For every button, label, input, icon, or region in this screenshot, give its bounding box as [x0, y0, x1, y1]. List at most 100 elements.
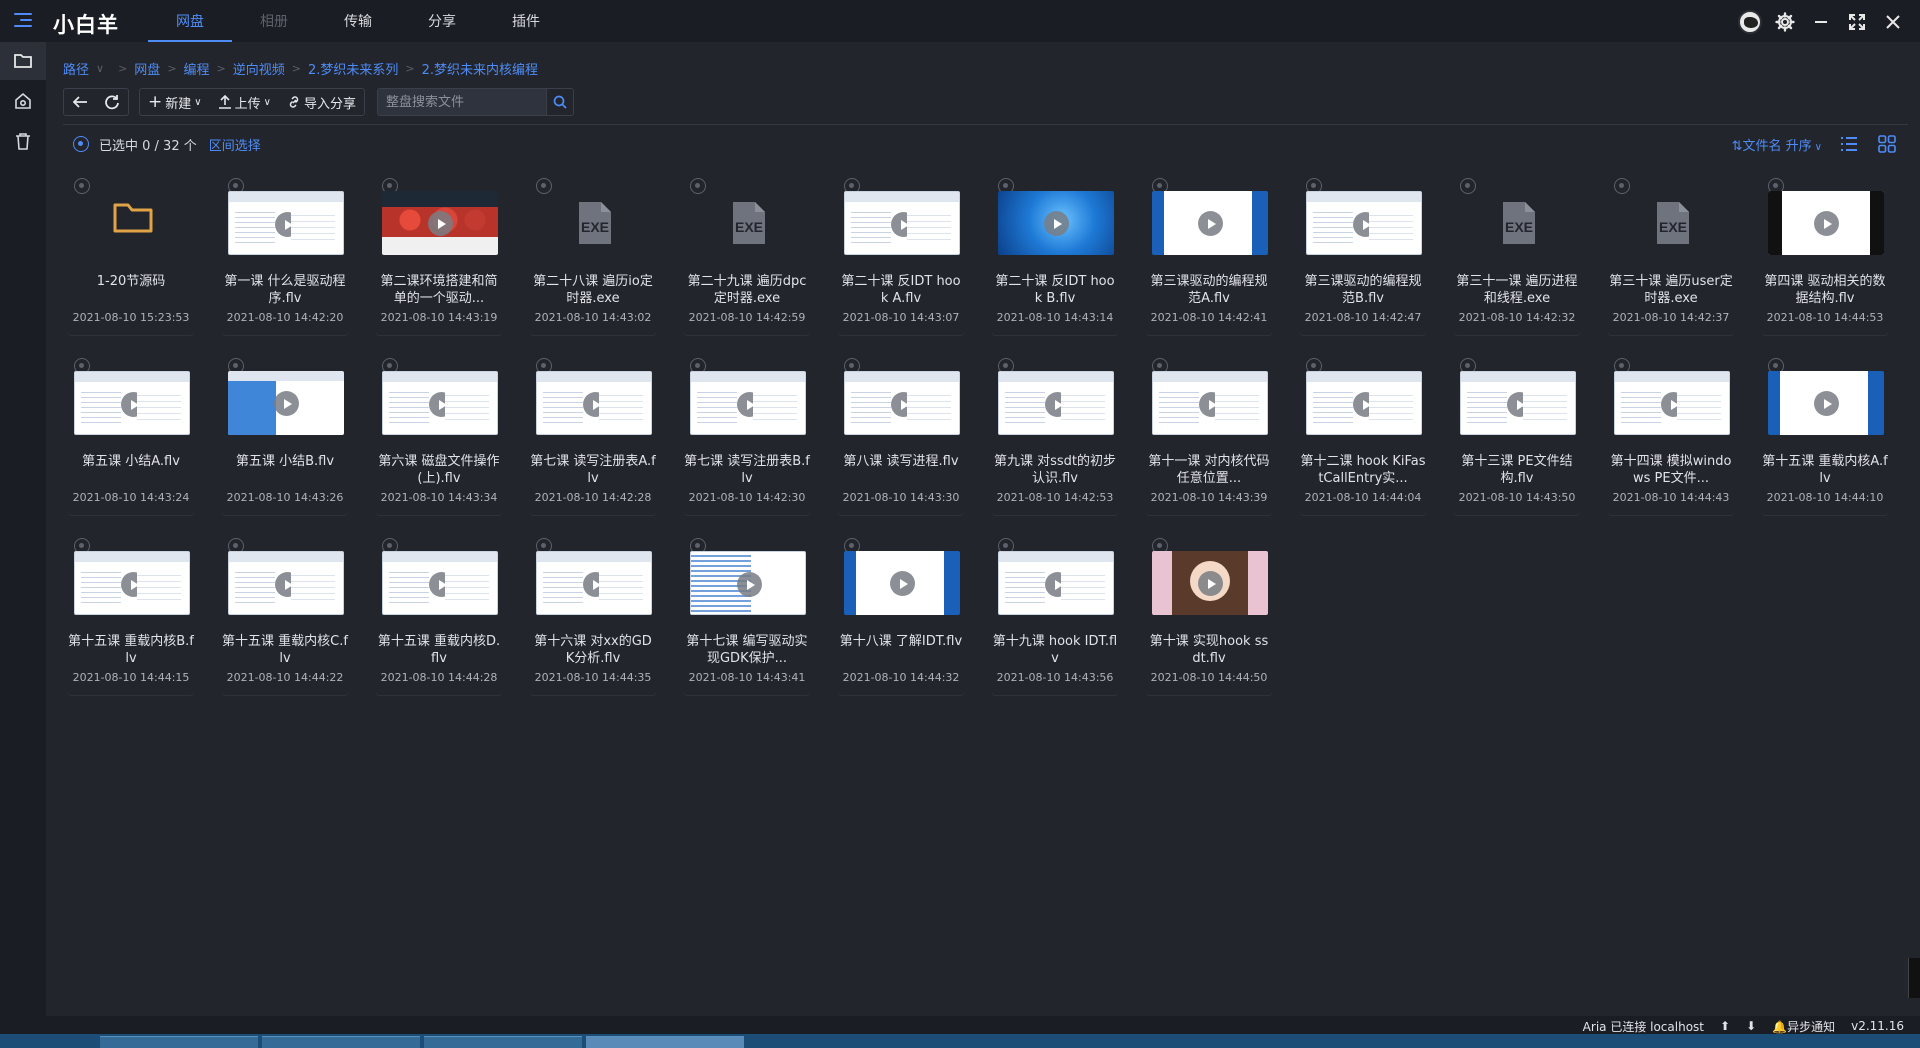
play-icon[interactable]	[274, 391, 299, 416]
file-card[interactable]: 第十二课 hook KiFastCallEntry实... 2021-08-10…	[1300, 352, 1426, 515]
menu-toggle-icon[interactable]	[12, 10, 36, 32]
file-card[interactable]: 第十九课 hook IDT.flv 2021-08-10 14:43:56	[992, 532, 1118, 695]
play-icon[interactable]	[737, 392, 762, 417]
file-card[interactable]: 第十六课 对xx的GDK分析.flv 2021-08-10 14:44:35	[530, 532, 656, 695]
minimize-icon[interactable]	[1808, 9, 1834, 35]
play-icon[interactable]	[1353, 392, 1378, 417]
file-card[interactable]: 1-20节源码 2021-08-10 15:23:53	[68, 172, 194, 335]
play-icon[interactable]	[1814, 211, 1839, 236]
sort-dropdown[interactable]: ⇅文件名 升序 ∨	[1732, 135, 1822, 154]
file-card[interactable]: EXE 第三十一课 遍历进程和线程.exe 2021-08-10 14:42:3…	[1454, 172, 1580, 335]
play-icon[interactable]	[891, 212, 916, 237]
play-icon[interactable]	[121, 572, 146, 597]
file-card[interactable]: 第二十课 反IDT hook A.flv 2021-08-10 14:43:07	[838, 172, 964, 335]
close-icon[interactable]	[1880, 9, 1906, 35]
play-icon[interactable]	[1044, 211, 1069, 236]
file-card[interactable]: 第三课驱动的编程规范A.flv 2021-08-10 14:42:41	[1146, 172, 1272, 335]
file-card[interactable]: 第三课驱动的编程规范B.flv 2021-08-10 14:42:47	[1300, 172, 1426, 335]
scrollbar-thumb[interactable]	[1908, 958, 1920, 998]
rail-item-drive[interactable]	[0, 42, 46, 80]
file-card[interactable]: 第八课 读写进程.flv 2021-08-10 14:43:30	[838, 352, 964, 515]
taskbar-item[interactable]	[586, 1036, 744, 1048]
play-icon[interactable]	[891, 392, 916, 417]
search-icon[interactable]	[545, 89, 573, 115]
play-icon[interactable]	[429, 572, 454, 597]
range-select-link[interactable]: 区间选择	[209, 135, 261, 154]
async-notify[interactable]: 🔔异步通知	[1772, 1018, 1835, 1035]
file-card[interactable]: EXE 第二十八课 遍历io定时器.exe 2021-08-10 14:43:0…	[530, 172, 656, 335]
file-card[interactable]: 第十八课 了解IDT.flv 2021-08-10 14:44:32	[838, 532, 964, 695]
file-card[interactable]: 第十七课 编写驱动实现GDK保护... 2021-08-10 14:43:41	[684, 532, 810, 695]
breadcrumb-item[interactable]: 逆向视频	[233, 59, 285, 78]
chevron-down-icon[interactable]: ∨	[96, 62, 104, 75]
download-arrow-icon[interactable]: ⬇	[1746, 1019, 1756, 1033]
play-icon[interactable]	[428, 211, 453, 236]
breadcrumb-item-current[interactable]: 2.梦织未来内核编程	[422, 59, 538, 78]
taskbar-item[interactable]	[424, 1036, 582, 1048]
file-card[interactable]: 第十五课 重载内核B.flv 2021-08-10 14:44:15	[68, 532, 194, 695]
settings-gear-icon[interactable]	[1772, 9, 1798, 35]
search-input[interactable]	[377, 89, 546, 115]
file-card[interactable]: 第七课 读写注册表B.flv 2021-08-10 14:42:30	[684, 352, 810, 515]
file-card[interactable]: 第二十课 反IDT hook B.flv 2021-08-10 14:43:14	[992, 172, 1118, 335]
grid-view-icon[interactable]	[1876, 133, 1898, 155]
tab-transfer[interactable]: 传输	[316, 0, 400, 42]
taskbar-item[interactable]	[100, 1036, 258, 1048]
maximize-icon[interactable]	[1844, 9, 1870, 35]
file-card[interactable]: 第十五课 重载内核C.flv 2021-08-10 14:44:22	[222, 532, 348, 695]
tab-plugins[interactable]: 插件	[484, 0, 568, 42]
play-icon[interactable]	[737, 572, 762, 597]
play-icon[interactable]	[121, 392, 146, 417]
play-icon[interactable]	[890, 571, 915, 596]
file-card[interactable]: 第五课 小结B.flv 2021-08-10 14:43:26	[222, 352, 348, 515]
play-icon[interactable]	[583, 392, 608, 417]
play-icon[interactable]	[1198, 211, 1223, 236]
play-icon[interactable]	[275, 572, 300, 597]
tab-drive[interactable]: 网盘	[148, 0, 232, 42]
file-card[interactable]: 第十五课 重载内核A.flv 2021-08-10 14:44:10	[1762, 352, 1888, 515]
breadcrumb-item[interactable]: 编程	[184, 59, 210, 78]
select-all-radio[interactable]	[73, 136, 89, 152]
file-card[interactable]: EXE 第二十九课 遍历dpc定时器.exe 2021-08-10 14:42:…	[684, 172, 810, 335]
upload-arrow-icon[interactable]: ⬆	[1720, 1019, 1730, 1033]
play-icon[interactable]	[583, 572, 608, 597]
file-card[interactable]: 第七课 读写注册表A.flv 2021-08-10 14:42:28	[530, 352, 656, 515]
avatar[interactable]	[1738, 10, 1762, 34]
play-icon[interactable]	[1353, 212, 1378, 237]
rail-item-trash[interactable]	[0, 122, 46, 160]
upload-button[interactable]: 上传 ∨	[210, 89, 279, 115]
play-icon[interactable]	[1045, 392, 1070, 417]
file-card[interactable]: 第十四课 模拟windows PE文件... 2021-08-10 14:44:…	[1608, 352, 1734, 515]
play-icon[interactable]	[1198, 571, 1223, 596]
new-button[interactable]: + 新建 ∨	[140, 89, 210, 115]
tab-album[interactable]: 相册	[232, 0, 316, 42]
play-icon[interactable]	[429, 392, 454, 417]
breadcrumb-item[interactable]: 网盘	[134, 59, 160, 78]
file-card[interactable]: 第四课 驱动相关的数据结构.flv 2021-08-10 14:44:53	[1762, 172, 1888, 335]
play-icon[interactable]	[275, 212, 300, 237]
file-card[interactable]: 第九课 对ssdt的初步认识.flv 2021-08-10 14:42:53	[992, 352, 1118, 515]
file-card[interactable]: 第十一课 对内核代码任意位置... 2021-08-10 14:43:39	[1146, 352, 1272, 515]
file-card[interactable]: 第十三课 PE文件结构.flv 2021-08-10 14:43:50	[1454, 352, 1580, 515]
file-card[interactable]: 第十课 实现hook ssdt.flv 2021-08-10 14:44:50	[1146, 532, 1272, 695]
breadcrumb-item[interactable]: 2.梦织未来系列	[308, 59, 398, 78]
file-card[interactable]: 第二课环境搭建和简单的一个驱动... 2021-08-10 14:43:19	[376, 172, 502, 335]
tab-share[interactable]: 分享	[400, 0, 484, 42]
rail-item-safe-box[interactable]	[0, 82, 46, 120]
play-icon[interactable]	[1661, 392, 1686, 417]
back-arrow-icon[interactable]	[64, 89, 96, 115]
play-icon[interactable]	[1814, 391, 1839, 416]
refresh-icon[interactable]	[96, 89, 128, 115]
file-card[interactable]: 第十五课 重载内核D.flv 2021-08-10 14:44:28	[376, 532, 502, 695]
file-card[interactable]: 第五课 小结A.flv 2021-08-10 14:43:24	[68, 352, 194, 515]
list-view-icon[interactable]	[1838, 133, 1860, 155]
file-card[interactable]: EXE 第三十课 遍历user定时器.exe 2021-08-10 14:42:…	[1608, 172, 1734, 335]
taskbar-item[interactable]	[262, 1036, 420, 1048]
breadcrumb-root[interactable]: 路径	[63, 59, 89, 78]
import-share-button[interactable]: 导入分享	[279, 89, 364, 115]
play-icon[interactable]	[1507, 392, 1532, 417]
play-icon[interactable]	[1199, 392, 1224, 417]
play-icon[interactable]	[1045, 572, 1070, 597]
file-card[interactable]: 第六课 磁盘文件操作(上).flv 2021-08-10 14:43:34	[376, 352, 502, 515]
file-card[interactable]: 第一课 什么是驱动程序.flv 2021-08-10 14:42:20	[222, 172, 348, 335]
